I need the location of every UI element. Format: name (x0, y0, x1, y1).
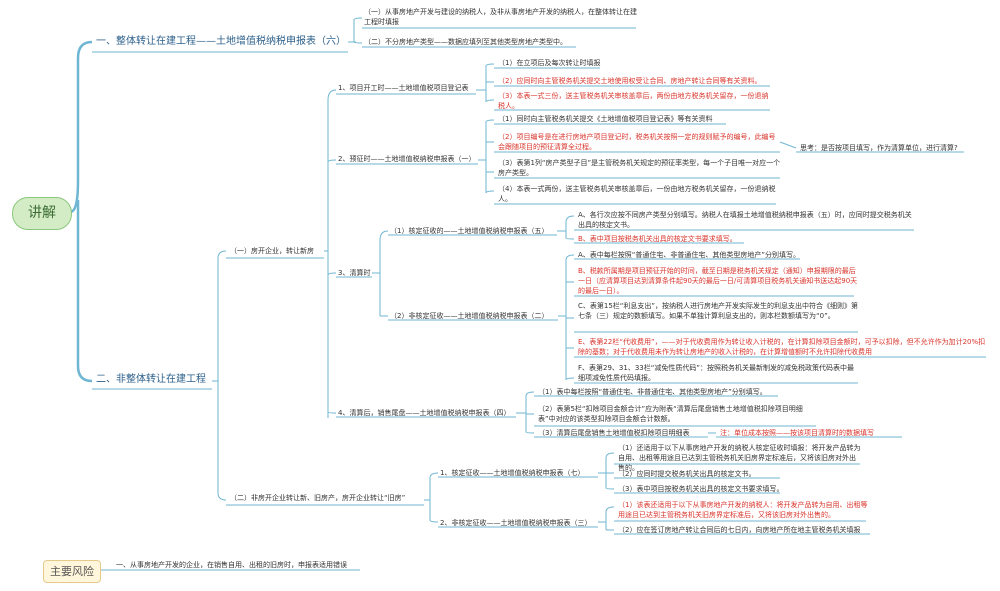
s3b-item-2: B、税款所属期是项目预征开始的时间，截至日期是税务机关规定（通知）申报期限的最后… (578, 267, 858, 295)
s3b-item-5: E、表第22栏“代收费用”，——对于代收费用作为转让收入计税的，在计算扣除项目金… (578, 338, 986, 356)
s2-note: 思考：是否按项目填写，作为清算单位，进行清算? (800, 144, 958, 152)
s4-item-3: （3）清算后尾盘销售土地增值税扣除项目明细表 (538, 429, 690, 437)
s3b-label[interactable]: （2）非核定征收——土地增值税纳税申报表（二） (390, 311, 548, 321)
s4-item-2: （2）表第5栏“扣除项目金额合计”应为附表“清算后尾盘销售土地增值税扣除项目明细… (538, 405, 803, 423)
s1-item-3: （3）本表一式三份，送主管税务机关审核盖章后，两份由地方税务机关留存，一份退纳税… (498, 92, 769, 110)
s4-item-1: （1）表中每栏按照“普通住宅、非普通住宅、其他类型房地产”分别填写。 (538, 388, 767, 396)
s2-item-3: （3）表第1列“房产类型子目”是主管税务机关规定的预征率类型，每一个子目唯一对应… (498, 159, 781, 177)
s3b-item-1: A、表中每栏按照“普通住宅、非普通住宅、其他类型房地产”分别填写。 (578, 251, 801, 259)
s3-label[interactable]: 3、清算时 (338, 268, 370, 278)
branch2-title[interactable]: 二、非整体转让在建工程 (96, 373, 206, 387)
branch1-item-2: （二）不分房地产类型——数据应填列至其他类型房地产类型中。 (364, 38, 567, 46)
root-node[interactable]: 讲解 (12, 197, 72, 230)
sub1-label[interactable]: （一）房开企业，转让新房 (230, 246, 314, 256)
s2-label[interactable]: 2、预征时——土地增值税纳税申报表（一） (338, 154, 475, 164)
c2-label[interactable]: 2、非核定征收——土地增值税纳税申报表（三） (440, 518, 591, 528)
s2-item-2: （2）项目编号是在进行房地产项目登记时，税务机关按照一定的规则赋予的编号，此编号… (498, 133, 776, 151)
s4-label[interactable]: 4、清算后，销售尾盘——土地增值税纳税申报表（四） (338, 408, 510, 418)
s3a-label[interactable]: （1）核定征收的——土地增值税纳税申报表（五） (390, 226, 548, 236)
s1-item-1: （1）在立项后及每次转让时填报 (498, 59, 601, 67)
s3a-item-1: A、各行次应按不同房产类型分别填写。纳税人在填报土地增值税纳税申报表（五）时，应… (578, 211, 912, 229)
s3a-item-2: B、表中项目按税务机关出具的核定文书要求填写。 (578, 235, 737, 243)
risk-item-1: 一、从事房地产开发的企业，在销售自用、出租的旧房时，申报表适用错误 (116, 561, 347, 569)
c1-item-3: （3）表中项目按税务机关出具的核定文书要求填写。 (618, 485, 784, 493)
c1-item-2: （2）应同时提交税务机关出具的核定文书。 (618, 470, 756, 478)
s1-label[interactable]: 1、项目开工时——土地增值税项目登记表 (338, 83, 468, 93)
s1-item-2: （2）应同时向主管税务机关提交土地使用权受让合同、房地产转让合同等有关资料。 (498, 77, 762, 85)
s3b-item-3: C、表第15栏“利息支出”，按纳税人进行房地产开发实际发生的利息支出中符合《细则… (578, 302, 859, 320)
branch1-item-1: （一）从事房地产开发与建设的纳税人，及非从事房地产开发的纳税人，在整体转让在建工… (364, 8, 637, 26)
c2-item-1: （1）该表还适用于以下从事房地产开发的纳税人：将开发产品转为自用、出租等用途且已… (618, 501, 868, 519)
s2-item-4: （4）本表一式两份，送主管税务机关审核盖章后，一份由地方税务机关留存，一份退纳税… (498, 185, 776, 203)
risk-node[interactable]: 主要风险 (43, 560, 101, 583)
branch1-title[interactable]: 一、整体转让在建工程——土地增值税纳税申报表（六） (96, 35, 346, 49)
c1-label[interactable]: 1、核定征收——土地增值税纳税申报表（七） (440, 468, 584, 478)
s2-item-1: （1）同时向主管税务机关提交《土地增值税项目登记表》等有关资料 (498, 115, 713, 123)
sub2-label[interactable]: （二）非房开企业转让新、旧房产，房开企业转让“旧房” (230, 493, 405, 503)
s3b-item-6: F、表第29、31、33栏“减免性质代码”：按照税务机关最新制发的减免税政策代码… (578, 364, 854, 382)
s4-note: 注：单位成本按照——按该项目清算时的数据填写 (720, 429, 874, 437)
c2-item-2: （2）应在签订房地产转让合同后的七日内，向房地产所在地主管税务机关填报 (618, 526, 861, 534)
